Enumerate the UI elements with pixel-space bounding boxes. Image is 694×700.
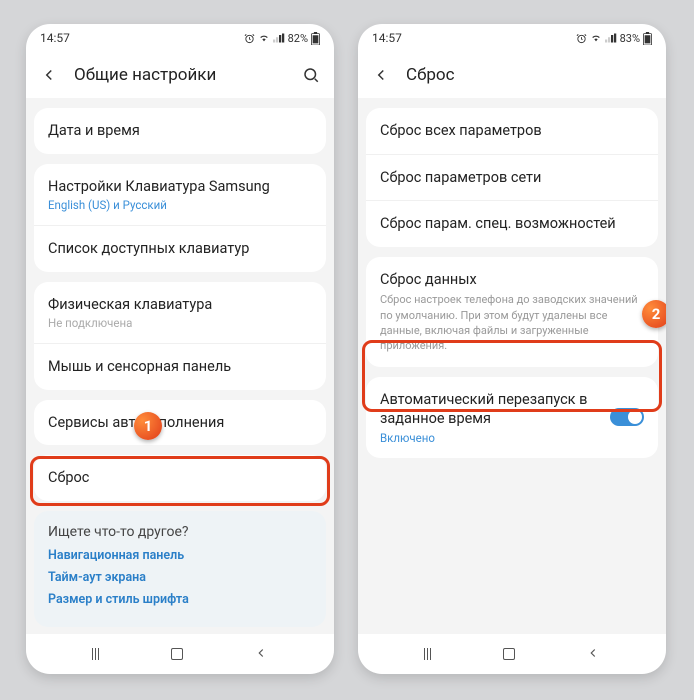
row-label: Мышь и сенсорная панель	[48, 357, 312, 377]
row-date-time[interactable]: Дата и время	[34, 108, 326, 154]
status-battery: 82%	[288, 32, 308, 45]
nav-back-icon[interactable]	[254, 645, 268, 664]
row-reset[interactable]: Сброс	[34, 455, 326, 501]
alarm-icon	[244, 33, 255, 44]
link-font-size[interactable]: Размер и стиль шрифта	[48, 592, 312, 607]
row-physical-keyboard[interactable]: Физическая клавиатура Не подключена	[34, 282, 326, 345]
row-label: Сервисы автозаполнения	[48, 413, 312, 433]
row-label: Настройки Клавиатура Samsung	[48, 177, 312, 197]
back-icon[interactable]	[40, 66, 58, 84]
battery-icon	[643, 32, 652, 45]
status-bar: 14:57 83%	[358, 24, 666, 52]
wifi-icon	[590, 33, 602, 43]
header: Сброс	[358, 52, 666, 98]
settings-list: Сброс всех параметров Сброс параметров с…	[358, 98, 666, 634]
nav-home-icon[interactable]	[503, 648, 515, 660]
row-factory-reset[interactable]: Сброс данных Сброс настроек телефона до …	[366, 257, 658, 367]
row-sublabel: Не подключена	[48, 316, 312, 330]
link-navigation-bar[interactable]: Навигационная панель	[48, 548, 312, 563]
row-sublabel: Включено	[380, 431, 600, 445]
group-autofill: Сервисы автозаполнения	[34, 400, 326, 446]
status-icons: 82%	[244, 32, 320, 45]
page-title: Общие настройки	[74, 65, 286, 85]
signal-icon	[273, 33, 285, 43]
group-auto-restart: Автоматический перезапуск в заданное вре…	[366, 377, 658, 458]
nav-back-icon[interactable]	[586, 645, 600, 664]
phone-right: 14:57 83% Сброс Сброс всех параметров Сб…	[358, 24, 666, 674]
row-label: Сброс парам. спец. возможностей	[380, 214, 644, 234]
nav-bar	[26, 634, 334, 674]
row-label: Дата и время	[48, 121, 312, 141]
annotation-badge: 2	[642, 300, 666, 328]
group-factory-reset: Сброс данных Сброс настроек телефона до …	[366, 257, 658, 367]
group-reset-options: Сброс всех параметров Сброс параметров с…	[366, 108, 658, 247]
group-datetime: Дата и время	[34, 108, 326, 154]
group-reset: Сброс	[34, 455, 326, 501]
search-icon[interactable]	[302, 66, 320, 84]
row-reset-network[interactable]: Сброс параметров сети	[366, 155, 658, 202]
annotation-badge: 1	[134, 412, 162, 440]
row-description: Сброс настроек телефона до заводских зна…	[380, 292, 644, 354]
row-autofill-services[interactable]: Сервисы автозаполнения	[34, 400, 326, 446]
row-label: Физическая клавиатура	[48, 295, 312, 315]
footer-suggestions: Ищете что-то другое? Навигационная панел…	[34, 511, 326, 627]
alarm-icon	[576, 33, 587, 44]
row-auto-restart[interactable]: Автоматический перезапуск в заданное вре…	[366, 377, 658, 458]
row-reset-all[interactable]: Сброс всех параметров	[366, 108, 658, 155]
row-label: Сброс	[48, 468, 312, 488]
group-input-devices: Физическая клавиатура Не подключена Мышь…	[34, 282, 326, 390]
status-bar: 14:57 82%	[26, 24, 334, 52]
toggle-switch[interactable]	[610, 408, 644, 426]
group-keyboard: Настройки Клавиатура Samsung English (US…	[34, 164, 326, 272]
row-label: Сброс данных	[380, 270, 644, 290]
link-screen-timeout[interactable]: Тайм-аут экрана	[48, 570, 312, 585]
status-icons: 83%	[576, 32, 652, 45]
footer-title: Ищете что-то другое?	[48, 524, 312, 540]
row-label: Сброс параметров сети	[380, 168, 644, 188]
row-samsung-keyboard[interactable]: Настройки Клавиатура Samsung English (US…	[34, 164, 326, 227]
nav-bar	[358, 634, 666, 674]
header: Общие настройки	[26, 52, 334, 98]
wifi-icon	[258, 33, 270, 43]
status-battery: 83%	[620, 32, 640, 45]
row-mouse-touchpad[interactable]: Мышь и сенсорная панель	[34, 344, 326, 390]
row-label: Список доступных клавиатур	[48, 239, 312, 259]
phone-left: 14:57 82% Общие настройки Дата и время Н…	[26, 24, 334, 674]
status-time: 14:57	[40, 31, 70, 45]
nav-recent-icon[interactable]	[92, 648, 100, 660]
status-time: 14:57	[372, 31, 402, 45]
battery-icon	[311, 32, 320, 45]
row-label: Автоматический перезапуск в заданное вре…	[380, 390, 600, 429]
row-sublabel: English (US) и Русский	[48, 198, 312, 212]
signal-icon	[605, 33, 617, 43]
page-title: Сброс	[406, 65, 652, 85]
nav-recent-icon[interactable]	[424, 648, 432, 660]
row-keyboard-list[interactable]: Список доступных клавиатур	[34, 226, 326, 272]
back-icon[interactable]	[372, 66, 390, 84]
settings-list: Дата и время Настройки Клавиатура Samsun…	[26, 98, 334, 634]
nav-home-icon[interactable]	[171, 648, 183, 660]
row-reset-accessibility[interactable]: Сброс парам. спец. возможностей	[366, 201, 658, 247]
row-label: Сброс всех параметров	[380, 121, 644, 141]
row-text: Автоматический перезапуск в заданное вре…	[380, 390, 600, 445]
